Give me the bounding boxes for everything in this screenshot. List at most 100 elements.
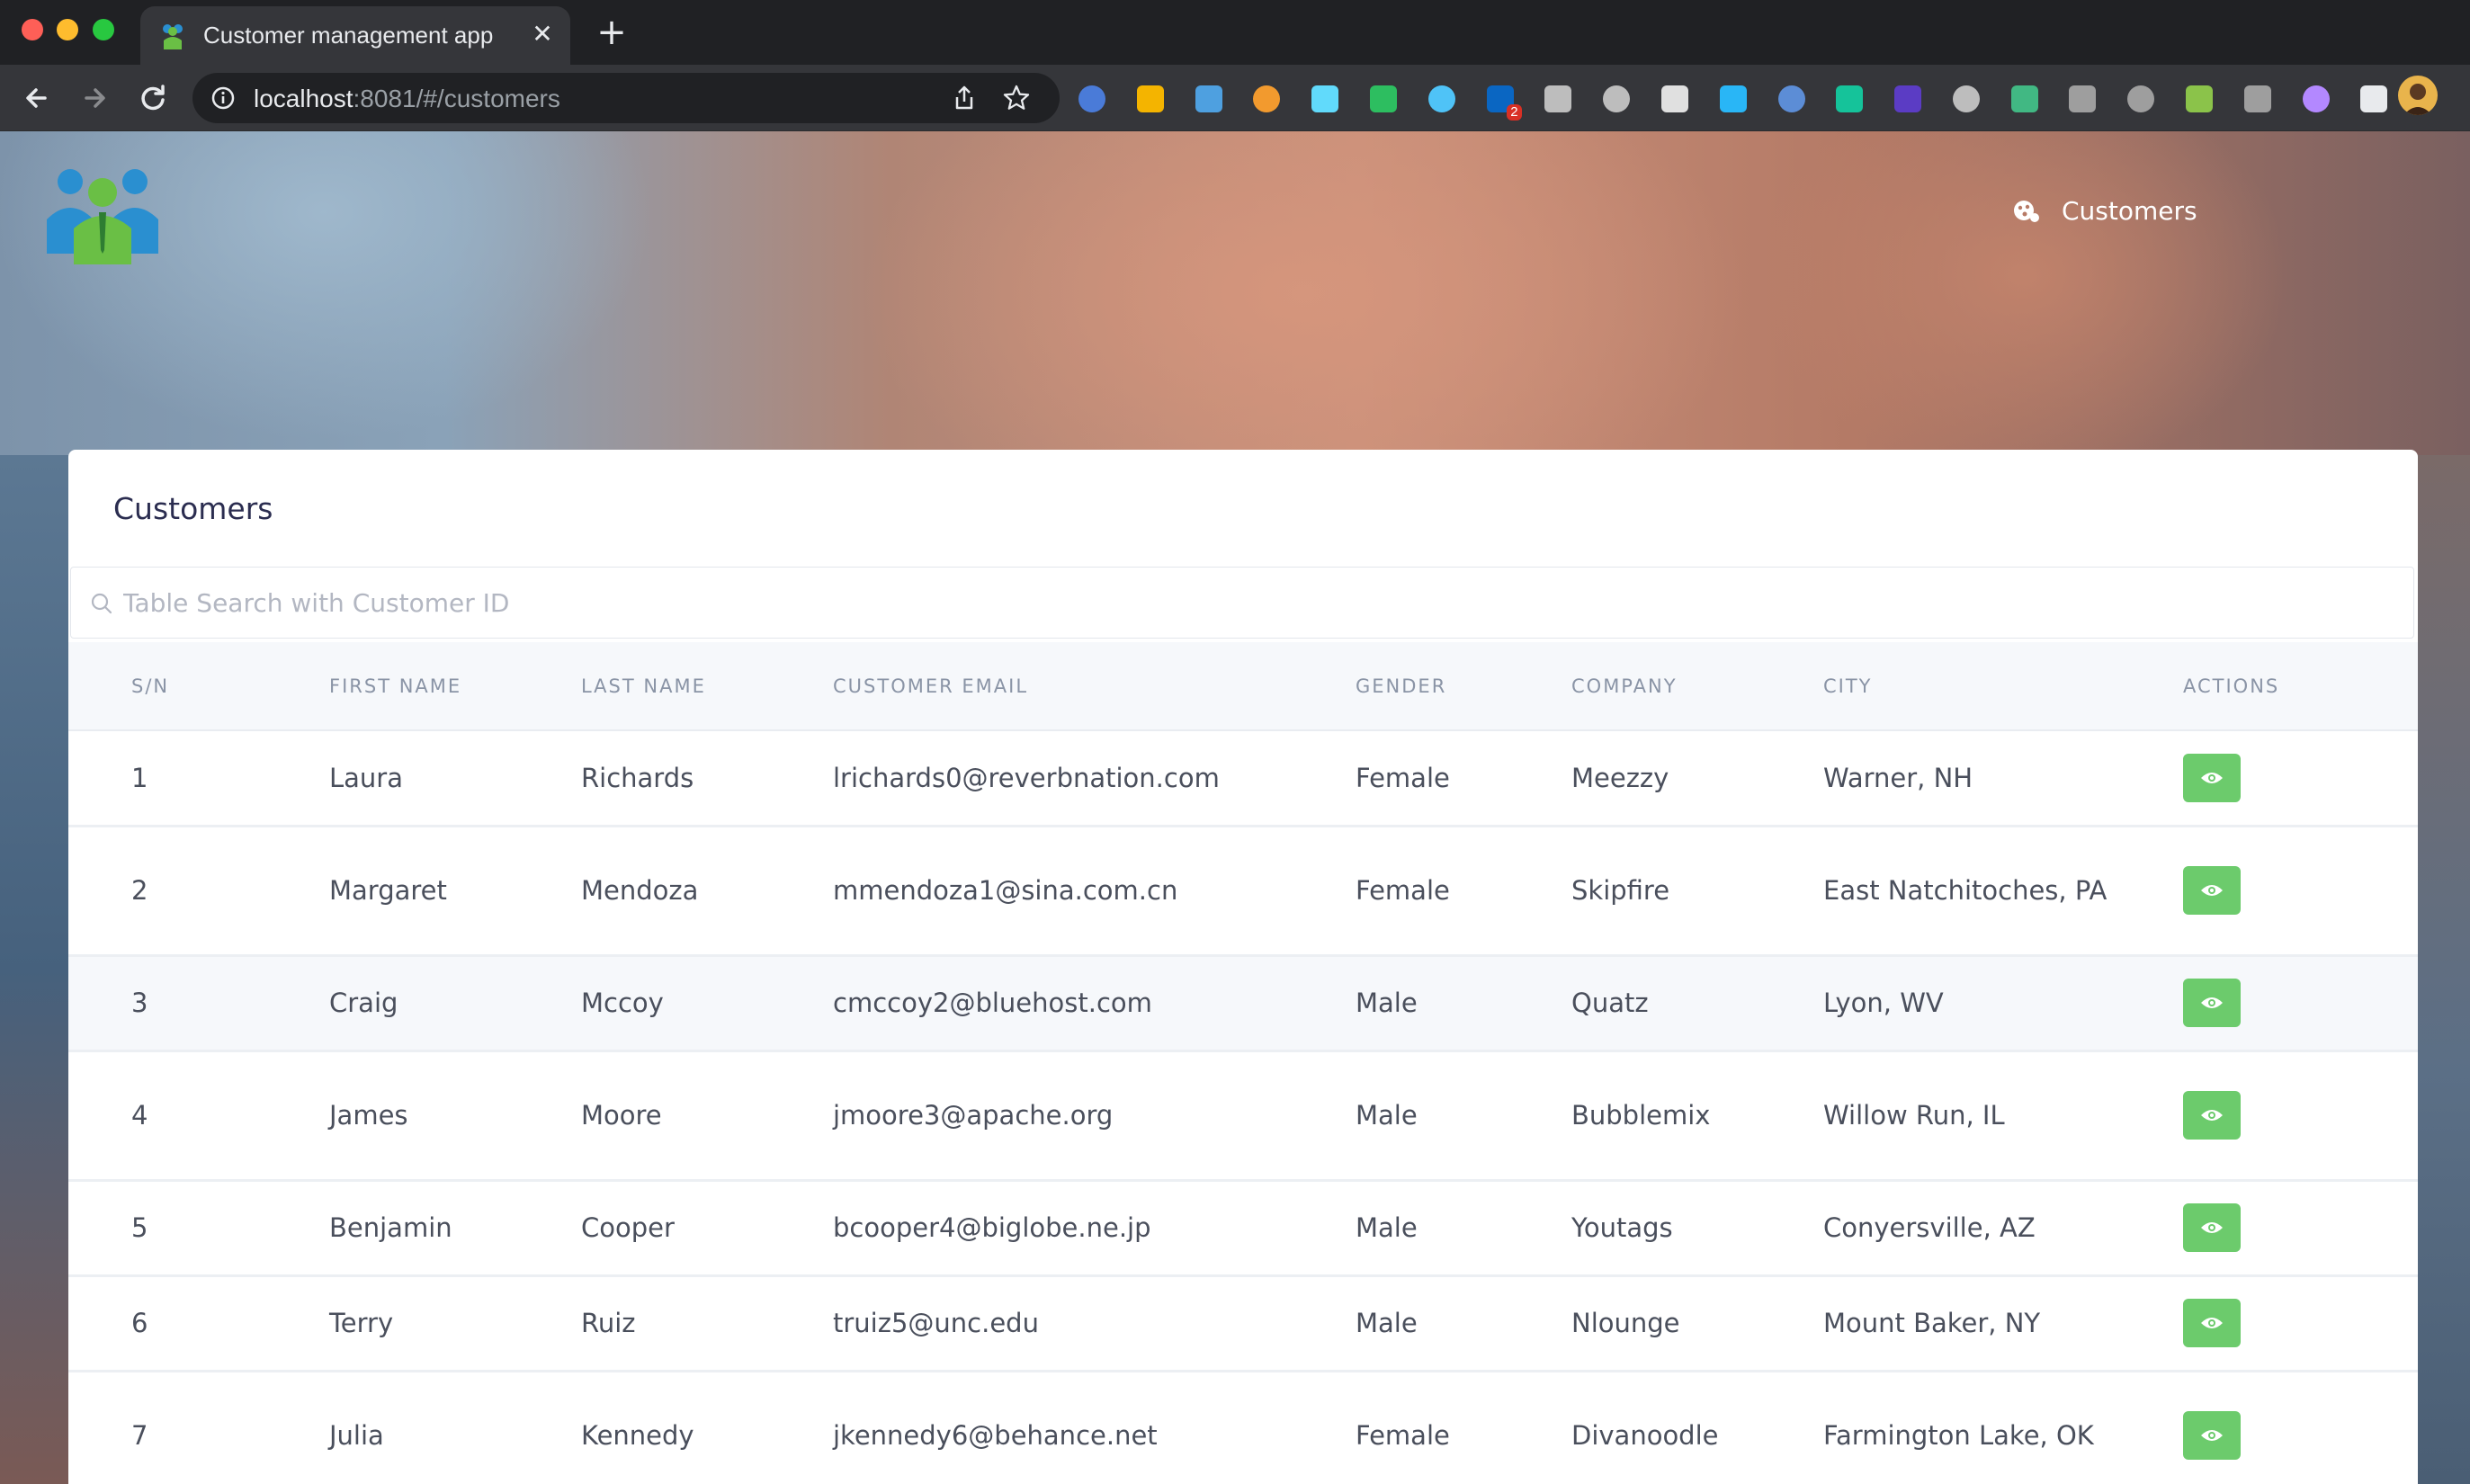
eye-icon xyxy=(2201,1222,2223,1233)
site-info-icon[interactable] xyxy=(210,85,236,111)
pocket-icon[interactable] xyxy=(1598,81,1634,117)
cell-sn: 1 xyxy=(68,730,329,827)
cell-company: Quatz xyxy=(1571,955,1823,1052)
table-row[interactable]: 4 James Moore jmoore3@apache.org Male Bubblem… xyxy=(68,1050,2418,1182)
cell-city: East Natchitoches, PA xyxy=(1823,826,2183,957)
layers-icon-glyph xyxy=(1952,85,1980,112)
share-icon[interactable] xyxy=(950,84,979,112)
capture-icon-glyph xyxy=(1719,85,1747,112)
eye-icon xyxy=(2201,1318,2223,1328)
phone-icon-glyph xyxy=(2186,85,2214,112)
react-icon[interactable] xyxy=(1424,81,1460,117)
address-bar[interactable]: localhost:8081/#/customers xyxy=(192,73,1060,123)
extension-icon-glyph xyxy=(1195,85,1222,112)
layers-icon[interactable] xyxy=(1948,81,1984,117)
cursor-icon-glyph xyxy=(1894,85,1922,112)
app-logo-icon[interactable] xyxy=(41,164,164,264)
reload-icon[interactable] xyxy=(133,78,173,118)
avatar-icon xyxy=(2398,76,2438,115)
react-devtools-icon[interactable] xyxy=(1307,81,1343,117)
cell-company: Nlounge xyxy=(1571,1275,1823,1372)
vue-devtools-icon-glyph xyxy=(2010,85,2038,112)
puzzle-icon[interactable] xyxy=(2356,81,2392,117)
linkedin-icon[interactable]: 2 xyxy=(1482,81,1522,121)
feather-icon[interactable] xyxy=(2298,81,2334,117)
table-row[interactable]: 6 Terry Ruiz truiz5@unc.edu Male Nlounge Mount… xyxy=(68,1275,2418,1372)
customers-table: S/N FIRST NAME LAST NAME CUSTOMER EMAIL … xyxy=(68,642,2418,1484)
browser-tab[interactable]: Customer management app ✕ xyxy=(140,6,570,65)
pen-icon[interactable] xyxy=(2064,81,2100,117)
react-icon-glyph xyxy=(1427,85,1455,112)
extension-icon[interactable] xyxy=(1191,81,1227,117)
eye-icon xyxy=(2201,1430,2223,1441)
forward-arrow-icon[interactable] xyxy=(76,78,115,118)
url-host: localhost xyxy=(254,85,353,112)
capture-icon[interactable] xyxy=(1715,81,1751,117)
google-translate-icon[interactable] xyxy=(1074,81,1110,117)
app-page: Customers Customers S/N FIRST NAME LAST … xyxy=(0,131,2470,1484)
nav-customers-link[interactable]: Customers xyxy=(2011,192,2197,228)
header-gender: GENDER xyxy=(1356,642,1571,731)
check-circle-icon-glyph xyxy=(2127,85,2155,112)
cell-gender: Male xyxy=(1356,1275,1571,1372)
evernote-icon[interactable] xyxy=(1365,81,1401,117)
feather-icon-glyph xyxy=(2302,85,2330,112)
google-drive-icon[interactable] xyxy=(1132,81,1168,117)
check-circle-icon[interactable] xyxy=(2123,81,2159,117)
cell-email: jkennedy6@behance.net xyxy=(833,1371,1356,1484)
view-customer-button[interactable] xyxy=(2183,1299,2241,1347)
table-row[interactable]: 2 Margaret Mendoza mmendoza1@sina.com.cn Fem… xyxy=(68,826,2418,957)
cursor-icon[interactable] xyxy=(1890,81,1926,117)
notes-icon[interactable] xyxy=(1774,81,1810,117)
vue-devtools-icon[interactable] xyxy=(2007,81,2043,117)
header-email: CUSTOMER EMAIL xyxy=(833,642,1356,731)
cell-sn: 2 xyxy=(68,826,329,957)
cell-last-name: Ruiz xyxy=(581,1275,833,1372)
back-arrow-icon[interactable] xyxy=(18,78,58,118)
grammarly-icon[interactable] xyxy=(1831,81,1867,117)
pen-icon-glyph xyxy=(2069,85,2097,112)
cell-sn: 4 xyxy=(68,1050,329,1182)
cell-gender: Female xyxy=(1356,826,1571,957)
view-customer-button[interactable] xyxy=(2183,866,2241,915)
cell-gender: Female xyxy=(1356,730,1571,827)
cell-last-name: Kennedy xyxy=(581,1371,833,1484)
plus-icon[interactable]: + xyxy=(594,14,630,50)
json-icon[interactable] xyxy=(1657,81,1693,117)
cell-first-name: Craig xyxy=(329,955,581,1052)
background-left-strip xyxy=(0,455,68,1484)
header-last-name: LAST NAME xyxy=(581,642,833,731)
app-favicon-icon xyxy=(163,24,183,49)
table-body: 1 Laura Richards lrichards0@reverbnation.co… xyxy=(68,730,2418,1484)
phone-icon[interactable] xyxy=(2181,81,2217,117)
bookmark-star-icon[interactable] xyxy=(1002,84,1031,112)
wave-icon[interactable] xyxy=(2240,81,2276,117)
cell-email: jmoore3@apache.org xyxy=(833,1050,1356,1182)
cell-last-name: Mccoy xyxy=(581,955,833,1052)
table-row[interactable]: 7 Julia Kennedy jkennedy6@behance.net Female… xyxy=(68,1371,2418,1484)
window-close-button[interactable] xyxy=(22,19,43,40)
view-customer-button[interactable] xyxy=(2183,1411,2241,1460)
table-row[interactable]: 3 Craig Mccoy cmccoy2@bluehost.com Male Quatz… xyxy=(68,955,2418,1052)
view-customer-button[interactable] xyxy=(2183,979,2241,1027)
view-customer-button[interactable] xyxy=(2183,1091,2241,1140)
cell-gender: Female xyxy=(1356,1371,1571,1484)
cell-email: lrichards0@reverbnation.com xyxy=(833,730,1356,827)
tab-title: Customer management app xyxy=(203,22,494,49)
view-customer-button[interactable] xyxy=(2183,1203,2241,1252)
compass-icon-glyph xyxy=(1253,85,1281,112)
view-customer-button[interactable] xyxy=(2183,753,2241,802)
table-row[interactable]: 1 Laura Richards lrichards0@reverbnation.co… xyxy=(68,730,2418,827)
target-icon[interactable] xyxy=(1540,81,1576,117)
close-icon[interactable]: ✕ xyxy=(527,19,558,49)
compass-icon[interactable] xyxy=(1248,81,1284,117)
wave-icon-glyph xyxy=(2243,85,2271,112)
window-minimize-button[interactable] xyxy=(57,19,78,40)
cell-city: Farmington Lake, OK xyxy=(1823,1371,2183,1484)
table-row[interactable]: 5 Benjamin Cooper bcooper4@biglobe.ne.jp Mal… xyxy=(68,1180,2418,1277)
window-maximize-button[interactable] xyxy=(93,19,114,40)
target-icon-glyph xyxy=(1544,85,1572,112)
pocket-icon-glyph xyxy=(1603,85,1631,112)
search-input[interactable] xyxy=(123,568,2390,638)
profile-avatar[interactable] xyxy=(2398,76,2438,115)
